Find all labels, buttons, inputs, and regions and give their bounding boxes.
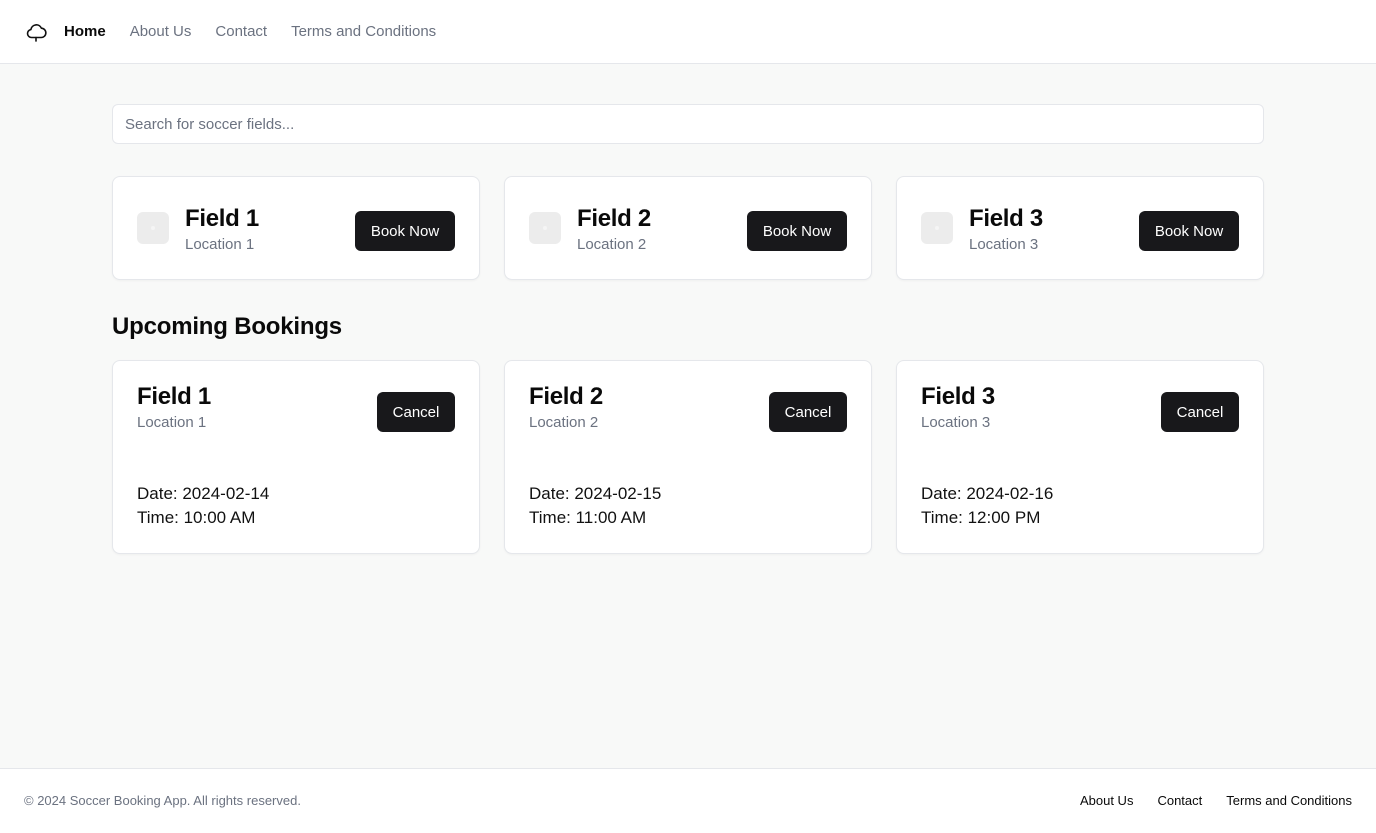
cancel-booking-button[interactable]: Cancel	[769, 392, 847, 432]
booking-location: Location 2	[529, 414, 599, 431]
field-card: Field 2 Location 2 Book Now	[504, 176, 872, 280]
booking-time: Time: 12:00 PM	[921, 508, 1041, 527]
field-location: Location 1	[185, 236, 255, 253]
field-card: Field 1 Location 1 Book Now	[112, 176, 480, 280]
nav-home-link[interactable]: Home	[64, 22, 106, 42]
booking-time: Time: 10:00 AM	[137, 508, 256, 527]
field-name: Field 2	[577, 205, 651, 232]
footer-terms-link[interactable]: Terms and Conditions	[1226, 793, 1352, 809]
search-input[interactable]	[112, 104, 1264, 144]
field-card: Field 3 Location 3 Book Now	[896, 176, 1264, 280]
book-now-button[interactable]: Book Now	[1139, 211, 1239, 251]
field-location: Location 2	[577, 236, 647, 253]
nav-about-link[interactable]: About Us	[130, 22, 192, 42]
cancel-booking-button[interactable]: Cancel	[1161, 392, 1239, 432]
booking-card: Field 3 Location 3 Cancel Date: 2024-02-…	[896, 360, 1264, 554]
booking-time: Time: 11:00 AM	[529, 508, 647, 527]
field-image-placeholder	[529, 212, 561, 244]
top-navbar: Home About Us Contact Terms and Conditio…	[0, 0, 1376, 64]
cancel-booking-button[interactable]: Cancel	[377, 392, 455, 432]
field-name: Field 3	[969, 205, 1043, 232]
main-nav: Home About Us Contact Terms and Conditio…	[64, 22, 460, 42]
booking-date: Date: 2024-02-16	[921, 484, 1054, 503]
footer-links: About Us Contact Terms and Conditions	[1056, 793, 1352, 809]
booking-location: Location 1	[137, 414, 207, 431]
upcoming-bookings-heading: Upcoming Bookings	[112, 313, 342, 340]
field-location: Location 3	[969, 236, 1039, 253]
book-now-button[interactable]: Book Now	[355, 211, 455, 251]
footer-about-link[interactable]: About Us	[1080, 793, 1133, 809]
booking-card: Field 1 Location 1 Cancel Date: 2024-02-…	[112, 360, 480, 554]
footer-contact-link[interactable]: Contact	[1157, 793, 1202, 809]
nav-terms-link[interactable]: Terms and Conditions	[291, 22, 436, 42]
field-image-placeholder	[137, 212, 169, 244]
copyright-text: © 2024 Soccer Booking App. All rights re…	[24, 793, 301, 808]
booking-field-name: Field 3	[921, 383, 995, 410]
booking-location: Location 3	[921, 414, 991, 431]
image-placeholder-icon	[543, 226, 547, 230]
booking-field-name: Field 1	[137, 383, 211, 410]
image-placeholder-icon	[935, 226, 939, 230]
booking-date: Date: 2024-02-14	[137, 484, 270, 503]
cloud-logo-icon[interactable]	[24, 20, 48, 44]
page-footer: © 2024 Soccer Booking App. All rights re…	[0, 768, 1376, 833]
field-image-placeholder	[921, 212, 953, 244]
booking-date: Date: 2024-02-15	[529, 484, 662, 503]
booking-card: Field 2 Location 2 Cancel Date: 2024-02-…	[504, 360, 872, 554]
booking-field-name: Field 2	[529, 383, 603, 410]
field-name: Field 1	[185, 205, 259, 232]
nav-contact-link[interactable]: Contact	[215, 22, 267, 42]
book-now-button[interactable]: Book Now	[747, 211, 847, 251]
image-placeholder-icon	[151, 226, 155, 230]
